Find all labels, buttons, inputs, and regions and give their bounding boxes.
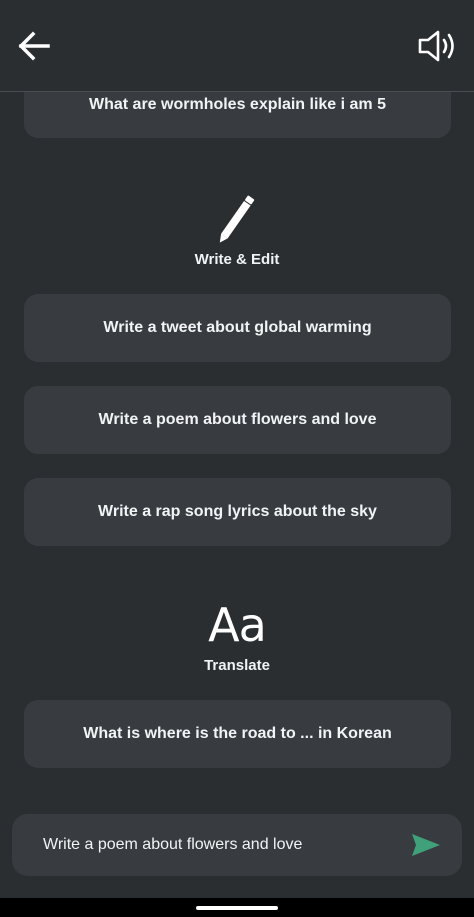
send-button[interactable] bbox=[406, 828, 446, 862]
suggestion-card[interactable]: Write a rap song lyrics about the sky bbox=[24, 478, 451, 546]
volume-icon bbox=[418, 30, 454, 62]
home-indicator[interactable] bbox=[196, 906, 278, 910]
speaker-button[interactable] bbox=[414, 26, 464, 66]
arrow-left-icon bbox=[18, 31, 50, 61]
suggestion-card[interactable]: Write a tweet about global warming bbox=[24, 294, 451, 362]
suggestion-text: Write a poem about flowers and love bbox=[98, 411, 377, 428]
translate-label: Translate bbox=[204, 657, 270, 674]
send-icon bbox=[412, 834, 440, 856]
suggestion-text: What are wormholes explain like i am 5 bbox=[89, 96, 386, 113]
message-input[interactable]: Write a poem about flowers and love bbox=[43, 814, 302, 876]
chat-screen: What are wormholes explain like i am 5 W… bbox=[0, 0, 474, 917]
pencil-icon bbox=[0, 192, 474, 244]
suggestion-card[interactable]: Write a poem about flowers and love bbox=[24, 386, 451, 454]
translate-icon: Aa bbox=[0, 602, 474, 648]
message-input-bar: Write a poem about flowers and love bbox=[12, 814, 462, 876]
suggestion-card[interactable]: What is where is the road to ... in Kore… bbox=[24, 700, 451, 768]
write-edit-label: Write & Edit bbox=[194, 251, 280, 268]
suggestions-list[interactable]: What are wormholes explain like i am 5 W… bbox=[0, 0, 474, 917]
suggestion-text: Write a tweet about global warming bbox=[103, 319, 372, 336]
suggestion-text: What is where is the road to ... in Kore… bbox=[83, 725, 392, 742]
top-app-bar bbox=[0, 0, 474, 92]
suggestion-text: Write a rap song lyrics about the sky bbox=[98, 503, 377, 520]
translate-glyph: Aa bbox=[208, 598, 267, 652]
back-button[interactable] bbox=[12, 26, 56, 66]
